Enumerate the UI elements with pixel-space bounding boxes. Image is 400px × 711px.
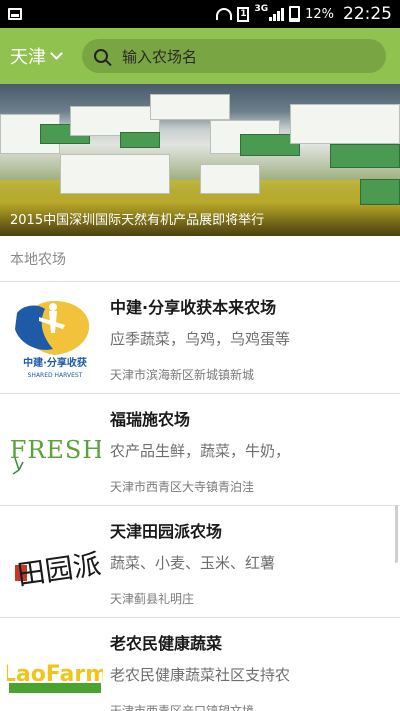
photo-notification-icon — [8, 8, 22, 20]
sim-icon: 1 — [237, 6, 250, 22]
farm-logo: LaoFarm — [0, 618, 110, 711]
farm-list-item[interactable]: FRESH 福瑞施农场 农产品生鲜，蔬菜，牛奶， 天津市西青区大寺镇青泊洼 — [0, 394, 400, 506]
farm-description: 农产品生鲜，蔬菜，牛奶， — [110, 442, 291, 460]
clock: 22:25 — [343, 4, 392, 24]
farm-list-item[interactable]: 中建·分享收获 SHARED HARVEST 中建·分享收获本来农场 应季蔬菜，… — [0, 282, 400, 394]
farm-list-item[interactable]: LaoFarm 老农民健康蔬菜 老农民健康蔬菜社区支持农 天津市西青区辛口镇望文… — [0, 618, 400, 711]
farm-name: 福瑞施农场 — [110, 410, 191, 429]
app-bar: 天津 输入农场名 — [0, 28, 400, 84]
farm-address: 天津市西青区大寺镇青泊洼 — [110, 480, 255, 494]
farm-address: 天津市西青区辛口镇望文境 — [110, 704, 255, 711]
city-label: 天津 — [10, 47, 46, 68]
search-input[interactable]: 输入农场名 — [122, 46, 197, 67]
farm-logo: FRESH — [0, 394, 110, 506]
search-bar[interactable]: 输入农场名 — [82, 39, 386, 73]
signal-icon — [269, 7, 285, 21]
chevron-down-icon — [50, 47, 63, 60]
farm-address: 天津市滨海新区新城镇新城 — [110, 368, 255, 382]
farm-description: 老农民健康蔬菜社区支持农 — [110, 666, 291, 684]
farm-list-item[interactable]: 田园派 天津田园派农场 蔬菜、小麦、玉米、红薯 天津蓟县礼明庄 — [0, 506, 400, 618]
farm-logo-text: 田园派 — [15, 547, 101, 591]
farm-address: 天津蓟县礼明庄 — [110, 592, 195, 606]
scrollbar[interactable] — [395, 505, 398, 563]
status-bar: 1 3G 12% 22:25 — [0, 0, 400, 28]
farm-logo-text: 中建·分享收获 — [23, 356, 87, 369]
farm-name: 老农民健康蔬菜 — [110, 634, 223, 653]
farm-logo: 中建·分享收获 SHARED HARVEST — [0, 282, 110, 394]
banner-caption: 2015中国深圳国际天然有机产品展即将举行 — [0, 202, 400, 236]
farm-logo: 田园派 — [0, 506, 110, 618]
wifi-icon — [216, 8, 233, 20]
battery-icon — [289, 6, 301, 22]
section-title: 本地农场 — [0, 236, 400, 282]
promo-banner[interactable]: 2015中国深圳国际天然有机产品展即将举行 — [0, 84, 400, 236]
farm-description: 应季蔬菜，乌鸡，乌鸡蛋等 — [110, 330, 291, 348]
farm-logo-text: LaoFarm — [7, 662, 103, 687]
city-selector[interactable]: 天津 — [10, 43, 82, 69]
network-type: 3G — [254, 4, 269, 14]
farm-name: 中建·分享收获本来农场 — [110, 298, 277, 317]
farm-logo-text: FRESH — [10, 436, 101, 464]
battery-percent: 12% — [305, 6, 334, 22]
farm-description: 蔬菜、小麦、玉米、红薯 — [110, 554, 276, 572]
farm-name: 天津田园派农场 — [110, 522, 223, 541]
farm-logo-subtext: SHARED HARVEST — [28, 372, 83, 379]
search-icon — [94, 49, 108, 63]
